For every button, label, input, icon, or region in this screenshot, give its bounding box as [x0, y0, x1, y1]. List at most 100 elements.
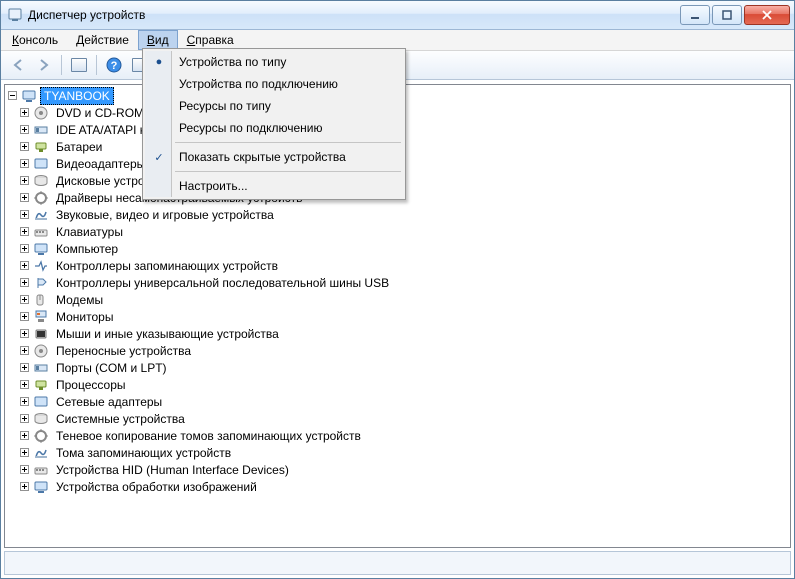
expand-icon[interactable] [19, 107, 31, 119]
tree-category-node[interactable]: Теневое копирование томов запоминающих у… [7, 427, 790, 444]
tree-category-label[interactable]: Мыши и иные указывающие устройства [52, 325, 283, 343]
expand-icon[interactable] [19, 430, 31, 442]
category-icon [33, 105, 49, 121]
minimize-button[interactable] [680, 5, 710, 25]
expand-icon[interactable] [19, 141, 31, 153]
tree-category-label[interactable]: Компьютер [52, 240, 122, 258]
tree-category-label[interactable]: Видеоадаптеры [52, 155, 149, 173]
show-hide-tree-button[interactable] [66, 52, 92, 78]
svg-text:?: ? [111, 60, 118, 72]
expand-icon[interactable] [19, 464, 31, 476]
expand-icon[interactable] [19, 243, 31, 255]
collapse-icon[interactable] [7, 90, 19, 102]
category-icon [33, 139, 49, 155]
back-button[interactable] [5, 52, 31, 78]
expand-icon[interactable] [19, 294, 31, 306]
tree-category-node[interactable]: Контроллеры универсальной последовательн… [7, 274, 790, 291]
view-dropdown: ●Устройства по типуУстройства по подключ… [142, 48, 406, 200]
expand-icon[interactable] [19, 328, 31, 340]
tree-category-node[interactable]: Переносные устройства [7, 342, 790, 359]
tree-category-label[interactable]: Клавиатуры [52, 223, 127, 241]
tree-category-node[interactable]: Процессоры [7, 376, 790, 393]
tree-category-label[interactable]: Контроллеры запоминающих устройств [52, 257, 282, 275]
window-title: Диспетчер устройств [28, 8, 678, 22]
category-icon [33, 428, 49, 444]
category-icon [33, 258, 49, 274]
tree-category-node[interactable]: Мониторы [7, 308, 790, 325]
tree-category-node[interactable]: Системные устройства [7, 410, 790, 427]
dropdown-item[interactable]: ●Устройства по типу [145, 51, 403, 73]
dropdown-item[interactable]: Настроить... [145, 175, 403, 197]
help-button[interactable]: ? [101, 52, 127, 78]
category-icon [33, 377, 49, 393]
tree-category-label[interactable]: Системные устройства [52, 410, 189, 428]
tree-category-node[interactable]: Тома запоминающих устройств [7, 444, 790, 461]
tree-category-label[interactable]: Устройства обработки изображений [52, 478, 261, 496]
menu-console[interactable]: Консоль [3, 30, 67, 50]
category-icon [33, 156, 49, 172]
tree-category-node[interactable]: Устройства обработки изображений [7, 478, 790, 495]
tree-category-label[interactable]: Тома запоминающих устройств [52, 444, 235, 462]
tree-category-label[interactable]: Батареи [52, 138, 106, 156]
tree-category-node[interactable]: Контроллеры запоминающих устройств [7, 257, 790, 274]
window: Диспетчер устройств Консоль Действие Вид… [0, 0, 795, 579]
computer-icon [21, 88, 37, 104]
menu-action[interactable]: Действие [67, 30, 138, 50]
category-icon [33, 360, 49, 376]
dropdown-item[interactable]: Устройства по подключению [145, 73, 403, 95]
tree-category-label[interactable]: Модемы [52, 291, 107, 309]
expand-icon[interactable] [19, 379, 31, 391]
tree-category-node[interactable]: Устройства HID (Human Interface Devices) [7, 461, 790, 478]
expand-icon[interactable] [19, 413, 31, 425]
dropdown-item-label: Устройства по типу [179, 55, 286, 69]
tree-category-label[interactable]: Сетевые адаптеры [52, 393, 166, 411]
category-icon [33, 394, 49, 410]
tree-category-node[interactable]: Сетевые адаптеры [7, 393, 790, 410]
menu-help[interactable]: Справка [178, 30, 243, 50]
category-icon [33, 462, 49, 478]
dropdown-item[interactable]: ✓Показать скрытые устройства [145, 146, 403, 168]
expand-icon[interactable] [19, 311, 31, 323]
tree-category-label[interactable]: Порты (COM и LPT) [52, 359, 171, 377]
expand-icon[interactable] [19, 345, 31, 357]
category-icon [33, 445, 49, 461]
tree-category-node[interactable]: Модемы [7, 291, 790, 308]
expand-icon[interactable] [19, 362, 31, 374]
expand-icon[interactable] [19, 209, 31, 221]
dropdown-item-label: Показать скрытые устройства [179, 150, 346, 164]
expand-icon[interactable] [19, 277, 31, 289]
tree-category-label[interactable]: Контроллеры универсальной последовательн… [52, 274, 393, 292]
category-icon [33, 292, 49, 308]
expand-icon[interactable] [19, 226, 31, 238]
tree-category-label[interactable]: Переносные устройства [52, 342, 195, 360]
dropdown-item-label: Ресурсы по типу [179, 99, 271, 113]
expand-icon[interactable] [19, 447, 31, 459]
titlebar[interactable]: Диспетчер устройств [1, 1, 794, 30]
tree-category-label[interactable]: Теневое копирование томов запоминающих у… [52, 427, 365, 445]
category-icon [33, 343, 49, 359]
tree-category-node[interactable]: Звуковые, видео и игровые устройства [7, 206, 790, 223]
expand-icon[interactable] [19, 175, 31, 187]
dropdown-item[interactable]: Ресурсы по подключению [145, 117, 403, 139]
menu-view[interactable]: Вид [138, 30, 178, 50]
tree-category-label[interactable]: Устройства HID (Human Interface Devices) [52, 461, 293, 479]
expand-icon[interactable] [19, 124, 31, 136]
forward-button[interactable] [31, 52, 57, 78]
category-icon [33, 207, 49, 223]
dropdown-item[interactable]: Ресурсы по типу [145, 95, 403, 117]
tree-category-node[interactable]: Компьютер [7, 240, 790, 257]
tree-category-node[interactable]: Мыши и иные указывающие устройства [7, 325, 790, 342]
expand-icon[interactable] [19, 481, 31, 493]
tree-category-label[interactable]: Звуковые, видео и игровые устройства [52, 206, 278, 224]
tree-root-label[interactable]: TYANBOOK [40, 87, 114, 105]
expand-icon[interactable] [19, 158, 31, 170]
expand-icon[interactable] [19, 396, 31, 408]
close-button[interactable] [744, 5, 790, 25]
maximize-button[interactable] [712, 5, 742, 25]
expand-icon[interactable] [19, 260, 31, 272]
tree-category-label[interactable]: Процессоры [52, 376, 130, 394]
expand-icon[interactable] [19, 192, 31, 204]
tree-category-label[interactable]: Мониторы [52, 308, 117, 326]
tree-category-node[interactable]: Клавиатуры [7, 223, 790, 240]
tree-category-node[interactable]: Порты (COM и LPT) [7, 359, 790, 376]
